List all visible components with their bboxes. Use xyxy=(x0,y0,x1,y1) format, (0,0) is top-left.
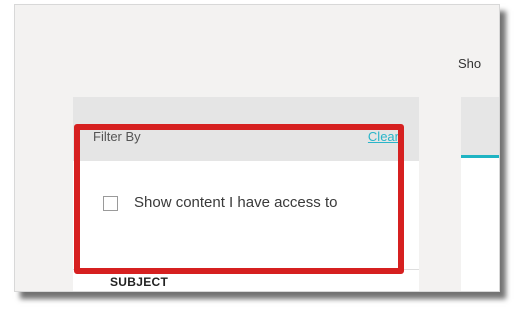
active-tab-underline xyxy=(461,155,499,158)
content-panel xyxy=(461,97,499,291)
screenshot-canvas: Sho Filter By Clear Show content I have … xyxy=(0,0,523,331)
highlight-annotation-box xyxy=(74,124,404,274)
subject-heading: SUBJECT xyxy=(110,275,169,289)
show-label: Sho xyxy=(458,56,482,71)
content-tab[interactable] xyxy=(461,97,499,155)
